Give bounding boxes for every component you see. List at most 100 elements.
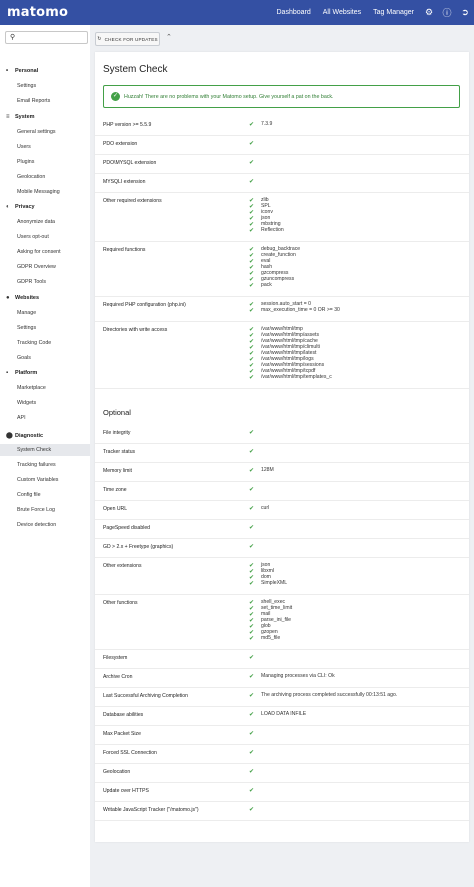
row-divider [95, 649, 469, 650]
sidebar-item-marketplace[interactable]: Marketplace [17, 385, 46, 391]
checkmark-icon: ✔ [249, 788, 255, 794]
check-row-value: max_execution_time = 0 OR >= 30 [261, 307, 340, 313]
nav-tag-manager[interactable]: Tag Manager [367, 9, 420, 16]
help-icon[interactable]: ⓘ [438, 0, 456, 25]
sidebar-section-websites: ● Websites [6, 295, 39, 301]
check-row-value: SimpleXML [261, 580, 288, 586]
sidebar-item-manage[interactable]: Manage [17, 310, 36, 316]
sidebar-item-asking-for-consent[interactable]: Asking for consent [17, 249, 61, 255]
sidebar-item-goals[interactable]: Goals [17, 355, 31, 361]
check-row-label: PHP version >= 5.5.9 [103, 122, 152, 128]
sidebar-item-custom-variables[interactable]: Custom Variables [17, 477, 58, 483]
sidebar-item-settings[interactable]: Settings [17, 83, 36, 89]
checkmark-icon: ✔ [249, 141, 255, 147]
sidebar-section-label: Websites [15, 295, 40, 301]
sidebar-item-tracking-failures[interactable]: Tracking failures [17, 462, 56, 468]
sidebar-section-label: Privacy [15, 204, 35, 210]
checkmark-icon: ✔ [249, 308, 255, 314]
sidebar-item-general-settings[interactable]: General settings [17, 129, 56, 135]
search-icon: ⚲ [10, 34, 16, 41]
check-row-label: MYSQLI extension [103, 179, 146, 185]
row-divider [95, 154, 469, 155]
person-icon: • [6, 68, 9, 74]
checkmark-icon: ✔ [249, 468, 255, 474]
sidebar-item-config-file[interactable]: Config file [17, 492, 41, 498]
check-for-updates-button[interactable]: ↻ CHECK FOR UPDATES [95, 32, 160, 46]
sidebar-item-widgets[interactable]: Widgets [17, 400, 36, 406]
checkmark-icon: ✔ [249, 769, 255, 775]
row-divider [95, 443, 469, 444]
gear-icon[interactable]: ⚙ [420, 0, 438, 25]
logout-icon[interactable]: ➲ [456, 0, 474, 25]
sidebar-item-users[interactable]: Users [17, 144, 31, 150]
checkmark-icon: ✔ [249, 674, 255, 680]
sidebar-item-plugins[interactable]: Plugins [17, 159, 34, 165]
check-row-value: 7.3.9 [261, 121, 273, 127]
row-divider [95, 519, 469, 520]
row-divider [95, 725, 469, 726]
sidebar-item-mobile-messaging[interactable]: Mobile Messaging [17, 189, 60, 195]
check-row-value: /var/www/html/tmp/templates_c [261, 374, 332, 380]
row-divider [95, 321, 469, 322]
privacy-icon: ◐ [6, 204, 10, 210]
row-divider [95, 296, 469, 297]
row-divider [95, 668, 469, 669]
search-input[interactable]: ⚲ [5, 31, 88, 44]
row-divider [95, 500, 469, 501]
checkmark-icon: ✔ [249, 487, 255, 493]
sidebar-item-gdpr-overview[interactable]: GDPR Overview [17, 264, 56, 270]
success-message: Huzzah! There are no problems with your … [124, 93, 334, 100]
checkmark-icon: ✔ [249, 228, 255, 234]
sidebar-item-brute-force-log[interactable]: Brute Force Log [17, 507, 55, 513]
check-row-value: LOAD DATA INFILE [261, 711, 307, 717]
sidebar-section-system: ≡ System [6, 114, 35, 120]
check-row-label: Other extensions [103, 563, 142, 569]
row-divider [95, 687, 469, 688]
sidebar-item-api[interactable]: API [17, 415, 26, 421]
sidebar-section-label: Diagnostic [15, 432, 44, 439]
checkmark-icon: ✔ [249, 160, 255, 166]
sidebar-item-email-reports[interactable]: Email Reports [17, 98, 50, 104]
checkmark-icon: ✔ [249, 712, 255, 718]
row-divider [95, 801, 469, 802]
sidebar-item-device-detection[interactable]: Device detection [17, 522, 56, 528]
sidebar-item-settings[interactable]: Settings [17, 325, 36, 331]
globe-icon: ● [6, 295, 10, 301]
optional-heading: Optional [103, 408, 131, 417]
system-check-card: System Check ✓ Huzzah! There are no prob… [95, 52, 469, 842]
checkmark-icon: ✔ [249, 449, 255, 455]
diagnostic-icon: ⬤ [6, 433, 13, 439]
check-row-value: curl [261, 505, 270, 511]
nav-dashboard[interactable]: Dashboard [271, 9, 317, 16]
checkmark-icon: ✔ [249, 693, 255, 699]
row-divider [95, 763, 469, 764]
check-row-label: Database abilities [103, 712, 144, 718]
sidebar-section-label: Platform [15, 370, 38, 376]
check-for-updates-label: CHECK FOR UPDATES [104, 36, 158, 42]
check-row-label: PDO\MYSQL extension [103, 160, 157, 166]
sidebar-item-gdpr-tools[interactable]: GDPR Tools [17, 279, 46, 285]
checkmark-icon: ✔ [249, 430, 255, 436]
sidebar-item-system-check[interactable]: System Check [17, 447, 51, 453]
sidebar-item-anonymize-data[interactable]: Anonymize data [17, 219, 55, 225]
check-row-label: Last Successful Archiving Completion [103, 693, 188, 699]
sidebar-item-geolocation[interactable]: Geolocation [17, 174, 45, 180]
row-divider [95, 462, 469, 463]
row-divider [95, 192, 469, 193]
sidebar-section-personal: • Personal [6, 68, 38, 74]
row-divider [95, 135, 469, 136]
matomo-logo[interactable]: matomo [7, 5, 68, 20]
sidebar-item-tracking-code[interactable]: Tracking Code [17, 340, 51, 346]
check-row-label: Required PHP configuration (php.ini) [103, 302, 186, 308]
server-icon: ≡ [6, 114, 10, 120]
check-row-label: Filesystem [103, 655, 128, 661]
nav-all-websites[interactable]: All Websites [317, 9, 367, 16]
sidebar-section-privacy: ◐ Privacy [6, 204, 35, 210]
check-row-label: Open URL [103, 506, 128, 512]
sidebar-item-users-opt-out[interactable]: Users opt-out [17, 234, 49, 240]
check-row-value: 128M [261, 467, 274, 473]
checkmark-icon: ✔ [249, 122, 255, 128]
collapse-icon[interactable]: ⌃ [166, 33, 172, 41]
row-divider [95, 481, 469, 482]
check-circle-icon: ✓ [111, 92, 120, 101]
